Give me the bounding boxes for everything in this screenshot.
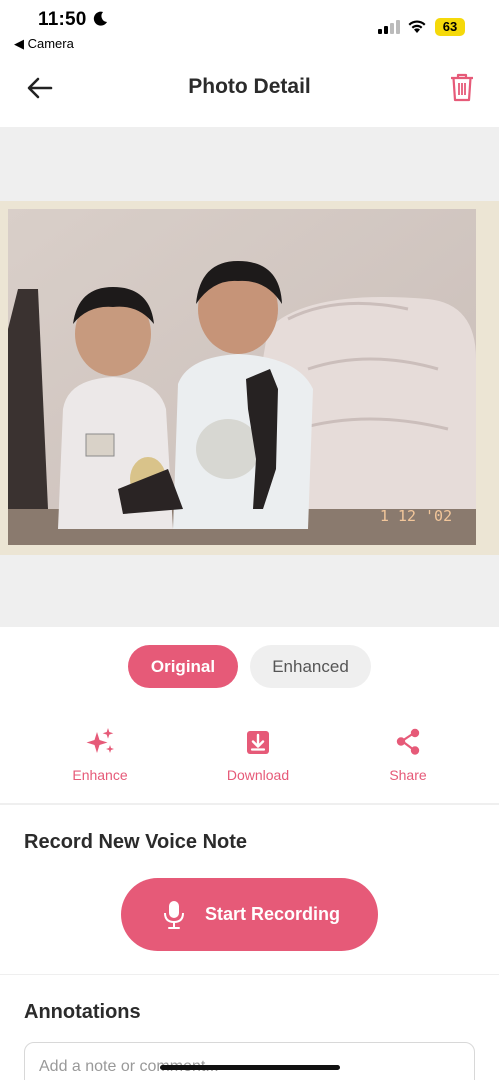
download-icon xyxy=(247,731,269,754)
home-indicator xyxy=(160,1065,340,1070)
share-button[interactable]: Share xyxy=(353,726,463,783)
annotation-input[interactable] xyxy=(24,1042,475,1080)
status-bar: 11:50 ◀ Camera 63 xyxy=(0,0,499,56)
section-divider xyxy=(0,974,499,975)
photo-date-stamp: 1 12 '02 xyxy=(380,507,452,525)
photo[interactable]: 1 12 '02 xyxy=(0,201,499,555)
section-divider xyxy=(0,803,499,805)
voice-note-title: Record New Voice Note xyxy=(24,831,248,853)
view-toggle: Original Enhanced xyxy=(0,645,499,689)
enhanced-toggle-button[interactable]: Enhanced xyxy=(250,645,371,688)
microphone-icon xyxy=(164,901,184,929)
enhance-button[interactable]: Enhance xyxy=(45,726,155,783)
back-to-app-link[interactable]: ◀ Camera xyxy=(14,36,74,52)
wifi-icon xyxy=(408,20,426,33)
app-header: Photo Detail xyxy=(0,58,499,118)
annotations-title: Annotations xyxy=(24,1001,141,1023)
sparkles-icon xyxy=(86,728,114,753)
download-button[interactable]: Download xyxy=(203,726,313,783)
share-icon xyxy=(396,728,420,755)
photo-actions: Enhance Download Share xyxy=(0,726,499,786)
trash-icon[interactable] xyxy=(449,72,475,102)
photo-image: 1 12 '02 xyxy=(8,209,476,545)
enhance-label: Enhance xyxy=(72,767,128,783)
start-recording-label: Start Recording xyxy=(205,904,341,924)
battery-indicator: 63 xyxy=(435,18,465,36)
download-label: Download xyxy=(226,767,290,783)
share-label: Share xyxy=(389,767,427,783)
status-time: 11:50 xyxy=(38,9,87,30)
page-title: Photo Detail xyxy=(188,75,311,98)
photo-viewer: 1 12 '02 xyxy=(0,127,499,627)
cellular-signal-icon xyxy=(378,20,400,34)
start-recording-button[interactable]: Start Recording xyxy=(121,878,378,951)
original-toggle-button[interactable]: Original xyxy=(128,645,238,688)
moon-icon xyxy=(93,11,107,26)
